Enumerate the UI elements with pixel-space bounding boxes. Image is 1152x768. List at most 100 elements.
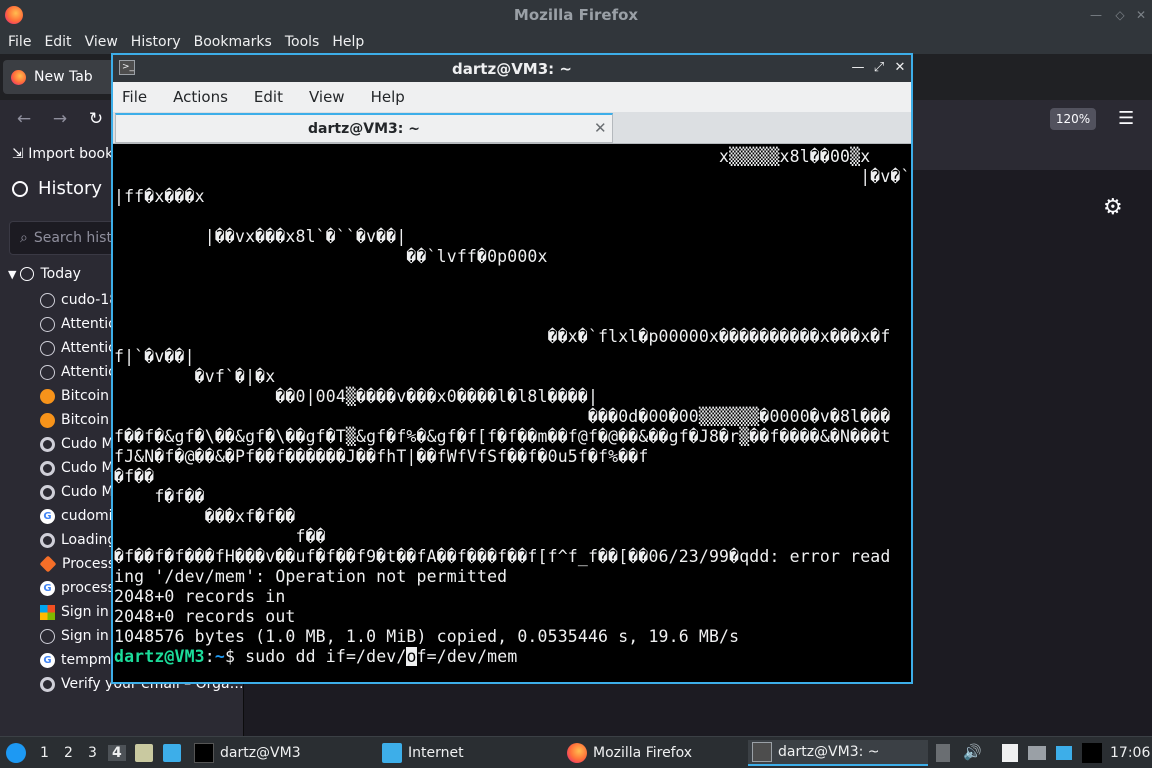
firefox-titlebar[interactable]: Mozilla Firefox — ◇ ✕ bbox=[0, 0, 1152, 30]
settings-gear-icon[interactable]: ⚙ bbox=[1103, 195, 1123, 220]
import-bookmarks-button[interactable]: ⇲ Import book bbox=[12, 146, 113, 162]
terminal-titlebar[interactable]: >_ dartz@VM3: ~ — ⤢ ✕ bbox=[113, 55, 911, 82]
taskbar: 1 2 3 4 dartz@VM3 Internet Mozilla Firef… bbox=[0, 736, 1152, 768]
terminal-window[interactable]: >_ dartz@VM3: ~ — ⤢ ✕ File Actions Edit … bbox=[111, 53, 913, 684]
globe-icon bbox=[40, 316, 55, 332]
desktop-4-button[interactable]: 4 bbox=[108, 745, 126, 761]
screen-preview-icon[interactable] bbox=[1082, 743, 1102, 763]
prompt-path: ~ bbox=[214, 647, 225, 666]
maximize-icon[interactable]: ◇ bbox=[1112, 7, 1128, 23]
history-item-label: Attentic bbox=[61, 316, 116, 332]
history-item-label: Sign in bbox=[61, 604, 109, 620]
hamburger-menu-icon[interactable]: ☰ bbox=[1118, 108, 1134, 129]
close-icon[interactable]: ✕ bbox=[1133, 7, 1149, 23]
history-group-today[interactable]: ▼ Today bbox=[8, 266, 81, 282]
terminal-menu-edit[interactable]: Edit bbox=[254, 88, 283, 106]
history-item-label: Bitcoin bbox=[61, 412, 110, 428]
desktop-3-button[interactable]: 3 bbox=[88, 745, 97, 761]
tab-new-tab[interactable]: New Tab bbox=[3, 60, 115, 94]
forward-arrow-icon[interactable]: → bbox=[49, 108, 71, 130]
google-icon: G bbox=[40, 580, 55, 596]
terminal-menu-file[interactable]: File bbox=[122, 88, 147, 106]
globe-icon bbox=[40, 292, 55, 308]
terminal-line: �f��f�f���fH���v��uf�f��f9�t��fA��f���f�… bbox=[114, 547, 891, 566]
desktop-1-button[interactable]: 1 bbox=[40, 745, 49, 761]
terminal-menu-help[interactable]: Help bbox=[371, 88, 405, 106]
terminal-output[interactable]: x▒▒▒▒▒x8l��00▒x |�v�`` |ff�x���x |��vx���… bbox=[114, 145, 910, 682]
cudo-icon bbox=[40, 676, 55, 692]
terminal-prompt-line[interactable]: dartz@VM3:~$ sudo dd if=/dev/of=/dev/mem bbox=[114, 647, 517, 667]
desktop-2-button[interactable]: 2 bbox=[64, 745, 73, 761]
back-arrow-icon[interactable]: ← bbox=[13, 108, 35, 130]
volume-icon[interactable]: 🔊 bbox=[963, 743, 982, 761]
cudo-icon bbox=[40, 484, 55, 500]
search-icon: ⌕ bbox=[20, 230, 28, 246]
google-icon: G bbox=[40, 652, 55, 668]
task-terminal-active[interactable]: dartz@VM3: ~ bbox=[748, 740, 928, 766]
desktop: Mozilla Firefox — ◇ ✕ File Edit View His… bbox=[0, 0, 1152, 768]
notifications-icon[interactable] bbox=[1056, 746, 1072, 760]
terminal-line: ing '/dev/mem': Operation not permitted bbox=[114, 567, 508, 586]
history-item-label: Bitcoin bbox=[61, 388, 110, 404]
terminal-menu-actions[interactable]: Actions bbox=[173, 88, 228, 106]
task-firefox[interactable]: Mozilla Firefox bbox=[563, 740, 743, 766]
terminal-line: ���0d�00�00▒▒▒▒▒▒�0000�v�8l��� bbox=[114, 407, 891, 426]
notes-icon[interactable] bbox=[1002, 744, 1018, 762]
show-desktop-icon[interactable] bbox=[163, 744, 181, 762]
tab-label: New Tab bbox=[34, 69, 93, 85]
menu-history[interactable]: History bbox=[131, 34, 181, 50]
command-text: sudo dd if=/dev/ bbox=[245, 647, 407, 666]
file-manager-icon[interactable] bbox=[135, 744, 153, 762]
zoom-level-badge[interactable]: 120% bbox=[1050, 108, 1096, 130]
history-item-label: Process bbox=[62, 556, 116, 572]
start-menu-icon[interactable] bbox=[6, 743, 26, 763]
sidebar-title: History bbox=[38, 178, 103, 199]
terminal-line: |�v�`` bbox=[114, 167, 910, 186]
task-label: Mozilla Firefox bbox=[593, 745, 693, 761]
tab-close-icon[interactable]: ✕ bbox=[594, 119, 607, 137]
prompt-user: dartz@VM3 bbox=[114, 647, 205, 666]
menu-file[interactable]: File bbox=[8, 34, 31, 50]
history-item-label: Sign in bbox=[61, 628, 109, 644]
menu-edit[interactable]: Edit bbox=[44, 34, 71, 50]
menu-view[interactable]: View bbox=[85, 34, 118, 50]
cudo-icon bbox=[40, 460, 55, 476]
text-cursor: o bbox=[406, 647, 417, 666]
command-text: f=/dev/mem bbox=[416, 647, 518, 666]
close-icon[interactable]: ✕ bbox=[893, 60, 907, 76]
menu-help[interactable]: Help bbox=[332, 34, 364, 50]
history-item-label: Attentic bbox=[61, 340, 116, 356]
maximize-icon[interactable]: ⤢ bbox=[872, 60, 886, 76]
process-icon bbox=[39, 555, 57, 573]
terminal-line: f|`�v��| bbox=[114, 347, 195, 366]
minimize-icon[interactable]: — bbox=[1088, 7, 1104, 23]
task-internet[interactable]: Internet bbox=[378, 740, 558, 766]
terminal-line: |��vx���x8l`�``�v��| bbox=[114, 227, 407, 246]
import-icon: ⇲ bbox=[12, 146, 29, 162]
menu-bookmarks[interactable]: Bookmarks bbox=[194, 34, 272, 50]
task-label: dartz@VM3 bbox=[220, 745, 301, 761]
firefox-icon bbox=[567, 743, 587, 763]
menu-tools[interactable]: Tools bbox=[285, 34, 320, 50]
import-bookmarks-label: Import book bbox=[28, 146, 114, 162]
clock-icon bbox=[12, 180, 28, 197]
clipboard-icon[interactable] bbox=[936, 744, 950, 762]
search-placeholder: Search hist bbox=[33, 230, 112, 246]
network-icon[interactable] bbox=[1028, 746, 1046, 760]
terminal-tab[interactable]: dartz@VM3: ~ ✕ bbox=[115, 113, 613, 143]
history-item-label: Cudo M bbox=[61, 436, 114, 452]
minimize-icon[interactable]: — bbox=[851, 60, 865, 76]
sidebar-header[interactable]: History bbox=[12, 178, 102, 199]
terminal-tab-label: dartz@VM3: ~ bbox=[308, 120, 420, 137]
terminal-line: f�� bbox=[114, 527, 326, 546]
terminal-menu-view[interactable]: View bbox=[309, 88, 345, 106]
cudo-icon bbox=[40, 436, 55, 452]
bitcoin-icon bbox=[40, 388, 55, 404]
task-terminal[interactable]: dartz@VM3 bbox=[190, 740, 370, 766]
terminal-line: 2048+0 records in bbox=[114, 587, 286, 606]
firefox-logo-icon bbox=[5, 6, 23, 24]
terminal-line: ��0|004▒����v���x0����l�l8l����| bbox=[114, 387, 599, 406]
clock-text[interactable]: 17:06 bbox=[1110, 745, 1150, 761]
firefox-menubar: File Edit View History Bookmarks Tools H… bbox=[0, 30, 1152, 54]
reload-icon[interactable]: ↻ bbox=[85, 108, 107, 130]
